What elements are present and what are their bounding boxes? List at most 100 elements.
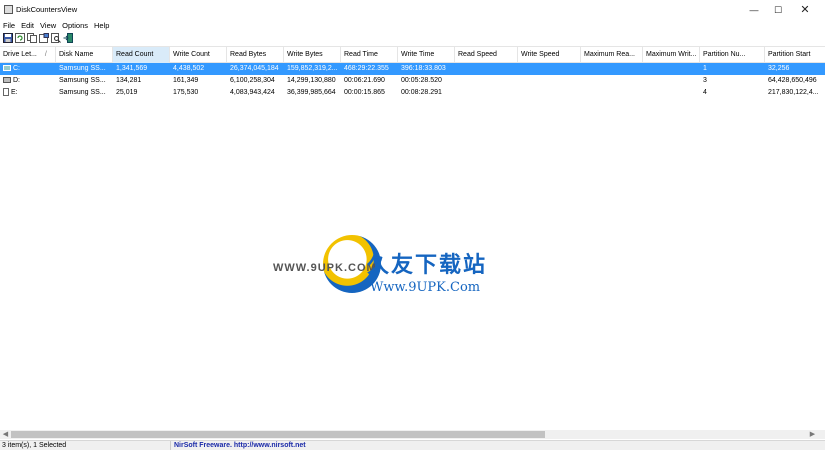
- properties-button[interactable]: [39, 33, 49, 43]
- cell-read-count: 1,341,569: [116, 65, 148, 72]
- cell-drive-letter: C:: [0, 63, 56, 75]
- close-button[interactable]: ✕: [791, 2, 819, 18]
- column-header-read-time[interactable]: Read Time: [341, 47, 398, 63]
- cell-write-speed: [518, 75, 581, 87]
- column-header-read-speed[interactable]: Read Speed: [455, 47, 518, 63]
- menu-edit[interactable]: Edit: [18, 20, 37, 31]
- copy-icon: [27, 33, 37, 43]
- cell-read-time: 468:29:22.355: [344, 65, 389, 72]
- cell-write-count: 175,530: [173, 89, 199, 96]
- cell-partition-start: 217,830,122,4...: [768, 89, 819, 96]
- cell-max-write: [643, 87, 700, 99]
- column-header-partition-number[interactable]: Partition Nu...: [700, 47, 765, 63]
- drive-icon: [3, 77, 11, 84]
- cell-disk-name: Samsung SS...: [59, 77, 106, 84]
- cell-read-time: 00:00:15.865: [344, 89, 385, 96]
- toolbar: [0, 31, 825, 45]
- exit-button[interactable]: [63, 33, 73, 43]
- app-icon: [4, 5, 13, 14]
- cell-write-bytes: 14,299,130,880: [287, 77, 336, 84]
- column-header-write-speed[interactable]: Write Speed: [518, 47, 581, 63]
- status-bar: 3 item(s), 1 Selected NirSoft Freeware. …: [0, 440, 825, 450]
- properties-icon: [39, 33, 49, 43]
- watermark-brand: 久友下载站: [367, 253, 488, 278]
- column-header-row: Drive Let... / Disk Name Read Count Write…: [0, 47, 825, 63]
- drive-icon: [3, 88, 9, 97]
- cell-write-count: 4,438,502: [173, 65, 205, 72]
- cell-disk-name: Samsung SS...: [59, 89, 106, 96]
- column-header-max-read[interactable]: Maximum Rea...: [581, 47, 643, 63]
- sort-indicator: /: [44, 51, 47, 58]
- cell-disk-name: Samsung SS...: [59, 65, 106, 72]
- refresh-button[interactable]: [15, 33, 25, 43]
- cell-read-count: 25,019: [116, 89, 138, 96]
- column-header-write-time[interactable]: Write Time: [398, 47, 455, 63]
- table-body: C: Samsung SS... 1,341,569 4,438,502 26,…: [0, 63, 825, 99]
- column-header-partition-start[interactable]: Partition Start: [765, 47, 825, 63]
- cell-write-time: 00:08:28.291: [401, 89, 442, 96]
- cell-drive-letter: E:: [0, 87, 56, 99]
- cell-read-speed: [455, 75, 518, 87]
- column-header-disk-name[interactable]: Disk Name: [56, 47, 113, 63]
- menu-bar: File Edit View Options Help: [0, 20, 825, 31]
- column-header-max-write[interactable]: Maximum Writ...: [643, 47, 700, 63]
- cell-read-bytes: 4,083,943,424: [230, 89, 275, 96]
- status-divider: [170, 441, 171, 450]
- cell-partition-number: 4: [703, 89, 707, 96]
- find-icon: [51, 33, 61, 43]
- cell-partition-start: 64,428,650,496: [768, 77, 817, 84]
- cell-write-bytes: 36,399,985,664: [287, 89, 336, 96]
- cell-max-read: [581, 63, 643, 75]
- cell-read-bytes: 26,374,045,184: [230, 65, 279, 72]
- cell-read-speed: [455, 63, 518, 75]
- table-row[interactable]: E: Samsung SS... 25,019 175,530 4,083,94…: [0, 87, 825, 99]
- watermark: WWW.9UPK.COM 久友下载站 Www.9UPK.Com: [270, 212, 525, 307]
- column-header-drive-letter[interactable]: Drive Let... /: [0, 47, 56, 63]
- maximize-button[interactable]: ☐: [764, 2, 792, 18]
- cell-drive-letter: D:: [0, 75, 56, 87]
- cell-write-time: 396:18:33.803: [401, 65, 446, 72]
- exit-icon: [63, 33, 73, 43]
- table-row[interactable]: D: Samsung SS... 134,281 161,349 6,100,2…: [0, 75, 825, 87]
- nirsoft-link[interactable]: NirSoft Freeware. http://www.nirsoft.net: [174, 441, 306, 450]
- horizontal-scrollbar[interactable]: ◀ ▶: [0, 430, 825, 439]
- scrollbar-thumb[interactable]: [11, 431, 545, 438]
- status-selection: 3 item(s), 1 Selected: [2, 442, 67, 449]
- scroll-right-icon[interactable]: ▶: [808, 430, 817, 439]
- watermark-url-left: WWW.9UPK.COM: [273, 262, 377, 274]
- cell-partition-number: 1: [703, 65, 707, 72]
- cell-write-count: 161,349: [173, 77, 199, 84]
- column-header-write-bytes[interactable]: Write Bytes: [284, 47, 341, 63]
- menu-file[interactable]: File: [0, 20, 18, 31]
- cell-read-count: 134,281: [116, 77, 142, 84]
- column-header-write-count[interactable]: Write Count: [170, 47, 227, 63]
- disk-list[interactable]: Drive Let... / Disk Name Read Count Write…: [0, 46, 825, 430]
- menu-help[interactable]: Help: [91, 20, 112, 31]
- watermark-url: Www.9UPK.Com: [370, 280, 481, 295]
- cell-read-speed: [455, 87, 518, 99]
- cell-max-read: [581, 87, 643, 99]
- menu-view[interactable]: View: [37, 20, 59, 31]
- refresh-icon: [15, 33, 25, 43]
- cell-read-time: 00:06:21.690: [344, 77, 385, 84]
- copy-button[interactable]: [27, 33, 37, 43]
- scroll-left-icon[interactable]: ◀: [1, 430, 10, 439]
- column-header-read-count[interactable]: Read Count: [113, 47, 170, 63]
- cell-partition-start: 32,256: [768, 65, 790, 72]
- find-button[interactable]: [51, 33, 61, 43]
- cell-write-time: 00:05:28.520: [401, 77, 442, 84]
- menu-options[interactable]: Options: [59, 20, 91, 31]
- cell-write-speed: [518, 63, 581, 75]
- cell-partition-number: 3: [703, 77, 707, 84]
- cell-max-write: [643, 75, 700, 87]
- cell-max-read: [581, 75, 643, 87]
- save-button[interactable]: [3, 33, 13, 43]
- cell-write-bytes: 159,852,319,2...: [287, 65, 338, 72]
- column-header-read-bytes[interactable]: Read Bytes: [227, 47, 284, 63]
- cell-read-bytes: 6,100,258,304: [230, 77, 275, 84]
- cell-max-write: [643, 63, 700, 75]
- table-row[interactable]: C: Samsung SS... 1,341,569 4,438,502 26,…: [0, 63, 825, 75]
- save-icon: [3, 33, 13, 43]
- title-bar: DiskCountersView — ☐ ✕: [0, 0, 825, 20]
- cell-write-speed: [518, 87, 581, 99]
